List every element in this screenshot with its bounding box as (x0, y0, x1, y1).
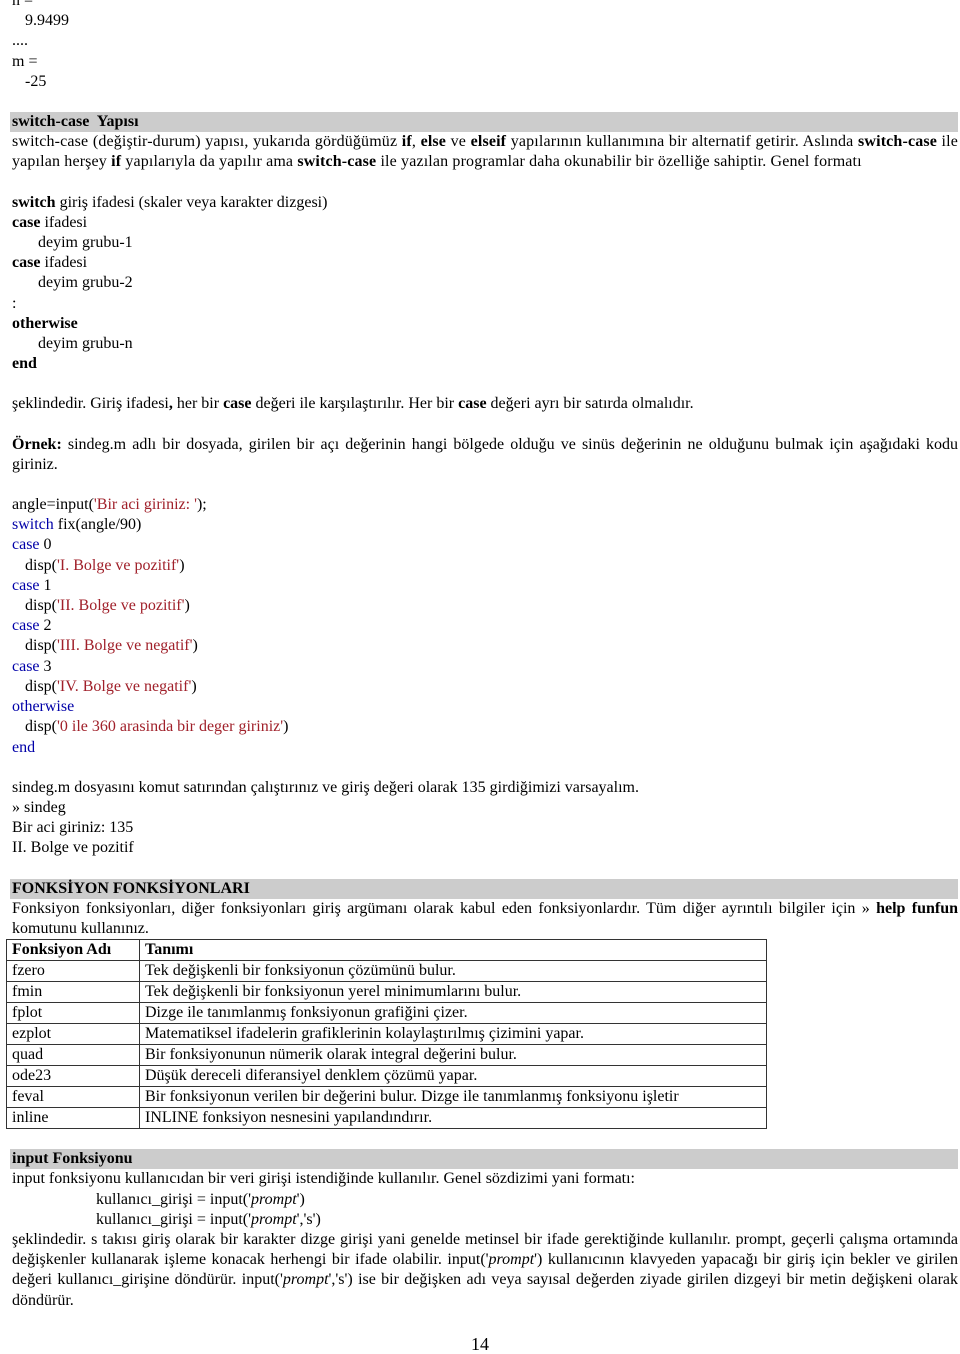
table-row: fmin Tek değişkenli bir fonksiyonun yerel… (6, 981, 767, 1004)
table-row: quad Bir fonksiyonunun nümerik olarak int… (6, 1044, 767, 1067)
code-line: otherwise (12, 697, 958, 717)
example-label: Örnek: (12, 435, 62, 453)
function-table: Fonksiyon Adı Tanımı fzero Tek değişkenli… (6, 939, 767, 1130)
code-line: switch fix(angle/90) (12, 516, 142, 534)
code-line: angle=input('Bir aci giriniz: '); (12, 496, 207, 514)
code-keyword: end (12, 738, 36, 756)
table-row: ode23 Düşük dereceli diferansiyel denklem… (6, 1065, 767, 1088)
section-heading-input-function: input Fonksiyonu (10, 1149, 958, 1170)
example-paragraph: Örnek: sindeg.m adlı bir dosyada, girile… (12, 435, 958, 473)
output-n-value: 9.9499 (25, 12, 69, 30)
function-description-cell: INLINE fonksiyon nesnesini yapılandındır… (139, 1107, 767, 1130)
format-keyword: otherwise (12, 314, 78, 332)
format-line: deyim grubu-1 (38, 234, 133, 252)
code-line: disp('II. Bolge ve pozitif') (25, 597, 190, 615)
function-name-cell: fzero (6, 960, 140, 983)
code-line: disp('I. Bolge ve pozitif') (25, 556, 185, 574)
table-row: fplot Dizge ile tanımlanmış fonksiyonun g… (6, 1002, 767, 1025)
code-line: disp('0 ile 360 arasinda bir deger girin… (25, 718, 289, 736)
output-m-label: m = (12, 52, 38, 70)
code-string: 'Bir aci giriniz: ' (93, 496, 197, 514)
table-header: Fonksiyon Adı (6, 939, 140, 962)
code-keyword: case (12, 617, 40, 635)
section-heading-function-functions: FONKSİYON FONKSİYONLARI (10, 878, 958, 899)
input-syntax-line: kullanıcı_girişi = input('prompt') (96, 1190, 305, 1208)
output-m-value: -25 (25, 72, 47, 90)
page-number: 14 (471, 1334, 489, 1354)
input-description-paragraph: şeklindedir. s takısı giriş olarak bir k… (12, 1230, 959, 1309)
help-command: help funfun (876, 899, 958, 917)
switch-format-block: switch giriş ifadesi (skaler veya karakt… (12, 193, 958, 375)
run-output-line: Bir aci giriniz: 135 (12, 819, 134, 837)
code-keyword: case (12, 576, 40, 594)
table-header-row: Fonksiyon Adı Tanımı (6, 939, 767, 962)
format-line: : (12, 294, 17, 312)
function-description-cell: Matematiksel ifadelerin grafiklerinin ko… (139, 1023, 767, 1046)
code-keyword: otherwise (12, 698, 75, 716)
code-string: 'III. Bolge ve negatif' (57, 637, 193, 655)
switch-intro-paragraph: switch-case (değiştir-durum) yapısı, yuk… (12, 133, 958, 171)
function-description-cell: Tek değişkenli bir fonksiyonun yerel min… (139, 981, 767, 1004)
input-syntax-line: kullanıcı_girişi = input('prompt','s') (96, 1210, 321, 1228)
table-row: fzero Tek değişkenli bir fonksiyonun çözü… (6, 960, 767, 983)
input-intro: input fonksiyonu kullanıcıdan bir veri g… (12, 1170, 635, 1188)
function-intro-paragraph: Fonksiyon fonksiyonları, diğer fonksiyon… (12, 899, 958, 937)
format-line: end (12, 354, 958, 374)
section-heading-switch-case: switch-case Yapısı (10, 112, 958, 133)
code-keyword: switch (12, 516, 54, 534)
format-keyword: case (12, 213, 41, 231)
table-row: feval Bir fonksiyonun verilen bir değerin… (6, 1086, 767, 1109)
code-string: '0 ile 360 arasinda bir deger giriniz' (57, 718, 284, 736)
run-instructions: sindeg.m dosyasını komut satırından çalı… (12, 778, 639, 796)
function-name-cell: feval (6, 1086, 140, 1109)
function-description-cell: Bir fonksiyonun verilen bir değerini bul… (139, 1086, 767, 1109)
code-line: case 0 (12, 536, 52, 554)
code-line: case 3 (12, 657, 52, 675)
function-name-cell: inline (6, 1107, 140, 1130)
run-output-line: II. Bolge ve pozitif (12, 839, 134, 857)
code-line: case 1 (12, 576, 52, 594)
format-line: case ifadesi (12, 254, 88, 272)
format-line: switch giriş ifadesi (skaler veya karakt… (12, 193, 328, 211)
after-format-paragraph: şeklindedir. Giriş ifadesi, her bir case… (12, 395, 694, 413)
function-name-cell: fplot (6, 1002, 140, 1025)
format-line: case ifadesi (12, 213, 88, 231)
run-output-line: » sindeg (12, 798, 66, 816)
function-description-cell: Düşük dereceli diferansiyel denklem çözü… (139, 1065, 767, 1088)
code-keyword: case (12, 536, 40, 554)
function-name-cell: ode23 (6, 1065, 140, 1088)
code-string: 'II. Bolge ve pozitif' (57, 597, 185, 615)
format-line: deyim grubu-n (38, 335, 133, 353)
table-row: ezplot Matematiksel ifadelerin grafikleri… (6, 1023, 767, 1046)
code-string: 'IV. Bolge ve negatif' (57, 677, 192, 695)
output-n-label: n = (12, 0, 34, 9)
code-block: angle=input('Bir aci giriniz: '); switch … (12, 495, 958, 758)
function-name-cell: fmin (6, 981, 140, 1004)
function-name-cell: quad (6, 1044, 140, 1067)
format-line: deyim grubu-2 (38, 274, 133, 292)
format-line: otherwise (12, 314, 958, 334)
code-line: case 2 (12, 617, 52, 635)
code-line: end (12, 738, 958, 758)
code-string: 'I. Bolge ve pozitif' (57, 556, 180, 574)
code-line: disp('IV. Bolge ve negatif') (25, 677, 197, 695)
code-line: disp('III. Bolge ve negatif') (25, 637, 198, 655)
output-ellipsis: .... (12, 32, 28, 50)
code-keyword: case (12, 657, 40, 675)
table-row: inline INLINE fonksiyon nesnesini yapılan… (6, 1107, 767, 1130)
function-name-cell: ezplot (6, 1023, 140, 1046)
table-header: Tanımı (139, 939, 767, 962)
format-keyword: case (12, 254, 41, 272)
format-keyword: switch (12, 193, 56, 211)
document-page: n = 9.9499 .... m = -25 switch-case Yapı… (6, 0, 959, 1311)
format-keyword: end (12, 355, 37, 373)
function-description-cell: Tek değişkenli bir fonksiyonun çözümünü … (139, 960, 767, 983)
function-description-cell: Dizge ile tanımlanmış fonksiyonun grafiğ… (139, 1002, 767, 1025)
function-description-cell: Bir fonksiyonunun nümerik olarak integra… (139, 1044, 767, 1067)
